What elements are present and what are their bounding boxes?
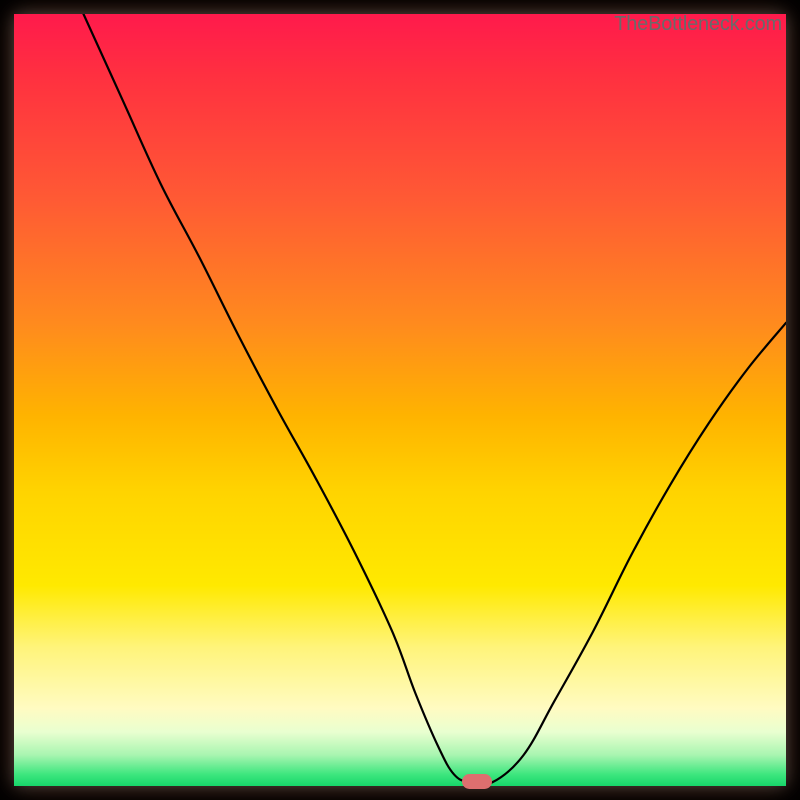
bottleneck-curve [14, 14, 786, 786]
min-marker [462, 774, 492, 789]
chart-container: TheBottleneck.com [0, 0, 800, 800]
watermark-label: TheBottleneck.com [614, 13, 782, 36]
plot-area: TheBottleneck.com [14, 14, 786, 786]
